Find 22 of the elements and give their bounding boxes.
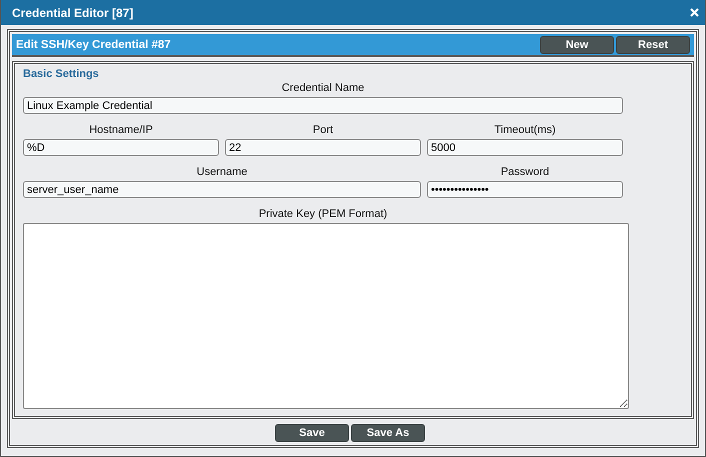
footer-button[interactable]: Save As [351, 424, 425, 442]
input-field[interactable]: 22 [225, 139, 421, 156]
window-title: Credential Editor [87] [12, 6, 134, 20]
private-key-field[interactable] [23, 223, 629, 409]
input-field[interactable]: %D [23, 139, 219, 156]
close-icon[interactable] [690, 8, 699, 17]
field-label: Credential Name [280, 82, 366, 95]
input-field[interactable]: ••••••••••••••• [427, 181, 623, 198]
input-field[interactable]: Linux Example Credential [23, 97, 623, 114]
section-title: Basic Settings [23, 68, 100, 80]
field-label: Hostname/IP [88, 124, 154, 137]
input-field[interactable]: 5000 [427, 139, 623, 156]
field-label: Username [196, 166, 248, 179]
field-label: Password [500, 166, 550, 179]
field-label: Port [312, 124, 334, 137]
field-label: Timeout(ms) [493, 124, 557, 137]
footer-button[interactable]: Save [275, 424, 349, 442]
panel-title: Edit SSH/Key Credential #87 [16, 38, 171, 50]
header-button[interactable]: New [540, 36, 614, 54]
header-button[interactable]: Reset [616, 36, 690, 54]
field-label: Private Key (PEM Format) [258, 208, 388, 221]
input-field[interactable]: server_user_name [23, 181, 421, 198]
